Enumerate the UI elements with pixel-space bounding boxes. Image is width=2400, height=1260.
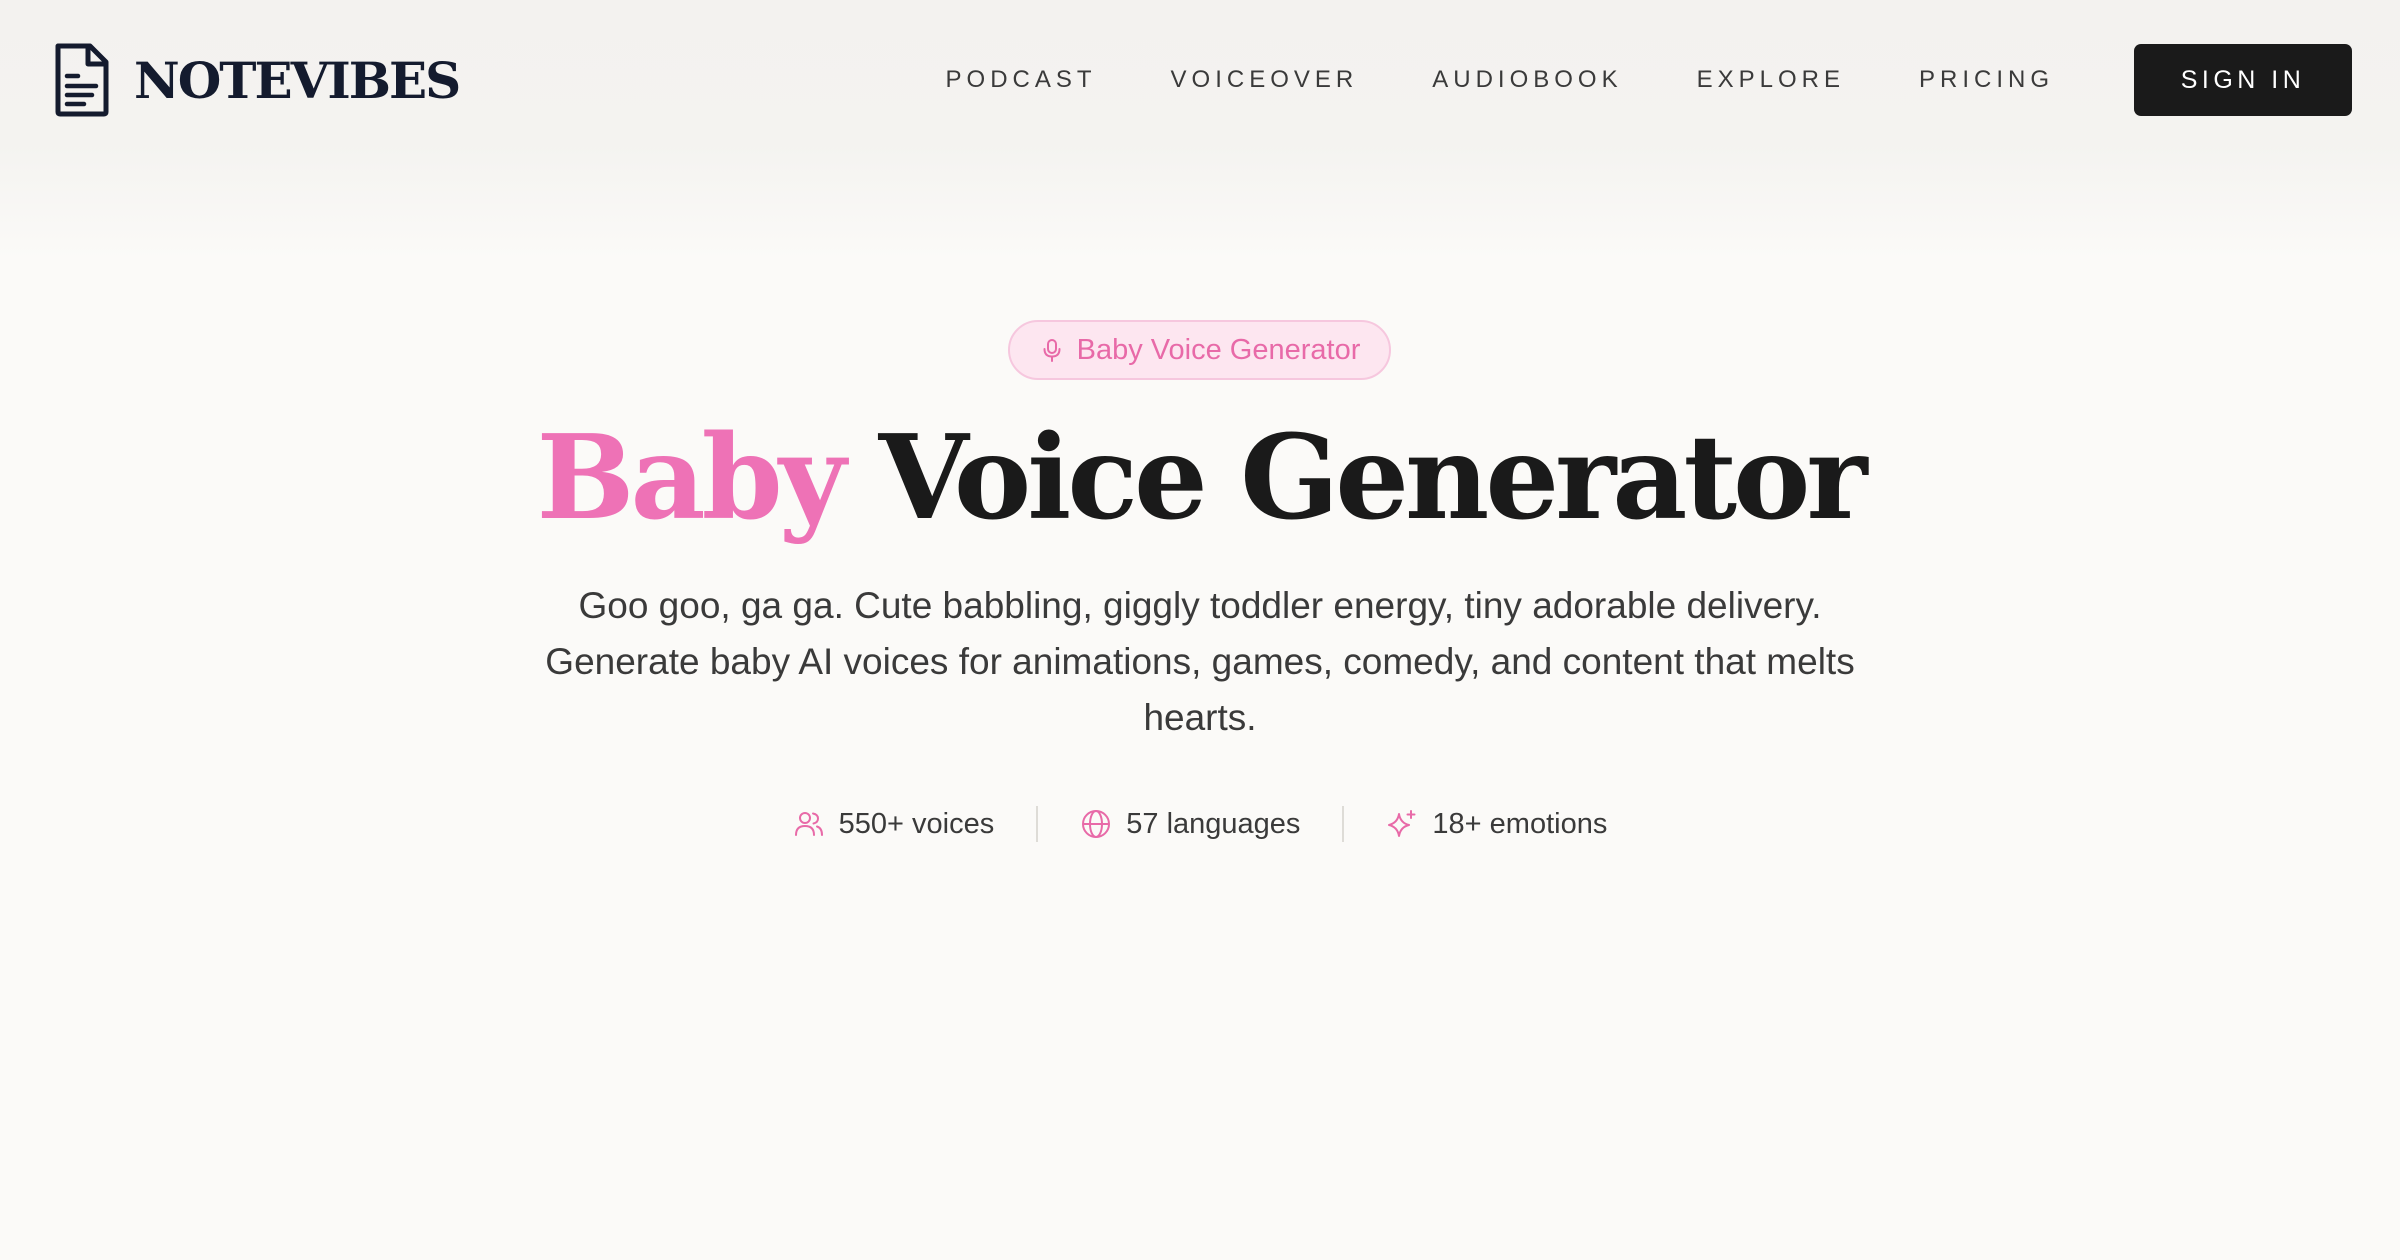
microphone-icon (1043, 339, 1061, 362)
stat-languages: 57 languages (1038, 808, 1342, 841)
stat-emotions-label: 18+ emotions (1432, 807, 1608, 840)
sign-in-button[interactable]: SIGN IN (2134, 44, 2352, 116)
nav-link-podcast[interactable]: PODCAST (946, 66, 1097, 94)
stats-row: 550+ voices 57 languages 18+ emotions (0, 800, 2400, 848)
site-header: NOTEVIBES PODCAST VOICEOVER AUDIOBOOK EX… (0, 0, 2400, 160)
document-icon (55, 43, 109, 117)
brand-name: NOTEVIBES (134, 50, 461, 110)
hero-subtitle: Goo goo, ga ga. Cute babbling, giggly to… (545, 585, 1855, 738)
category-badge: Baby Voice Generator (1008, 320, 1391, 380)
nav-link-audiobook[interactable]: AUDIOBOOK (1432, 66, 1622, 94)
stat-voices-label: 550+ voices (838, 807, 995, 840)
page-title-accent: Baby (536, 410, 846, 546)
page-title-rest: Voice Generator (878, 410, 1868, 546)
nav-link-explore[interactable]: EXPLORE (1697, 66, 1845, 94)
stat-emotions: 18+ emotions (1344, 808, 1649, 841)
nav-link-pricing[interactable]: PRICING (1919, 66, 2054, 94)
users-icon (794, 812, 823, 836)
globe-icon (1082, 810, 1111, 838)
main-nav: PODCAST VOICEOVER AUDIOBOOK EXPLORE PRIC… (946, 66, 2054, 94)
nav-link-voiceover[interactable]: VOICEOVER (1171, 66, 1359, 94)
badge-label: Baby Voice Generator (1076, 333, 1361, 366)
stat-languages-label: 57 languages (1126, 807, 1301, 840)
brand-logo-link[interactable]: NOTEVIBES (52, 42, 461, 118)
sparkle-icon (1388, 810, 1416, 837)
stat-voices: 550+ voices (751, 808, 1037, 841)
page-title: Baby Voice Generator (0, 408, 2400, 548)
